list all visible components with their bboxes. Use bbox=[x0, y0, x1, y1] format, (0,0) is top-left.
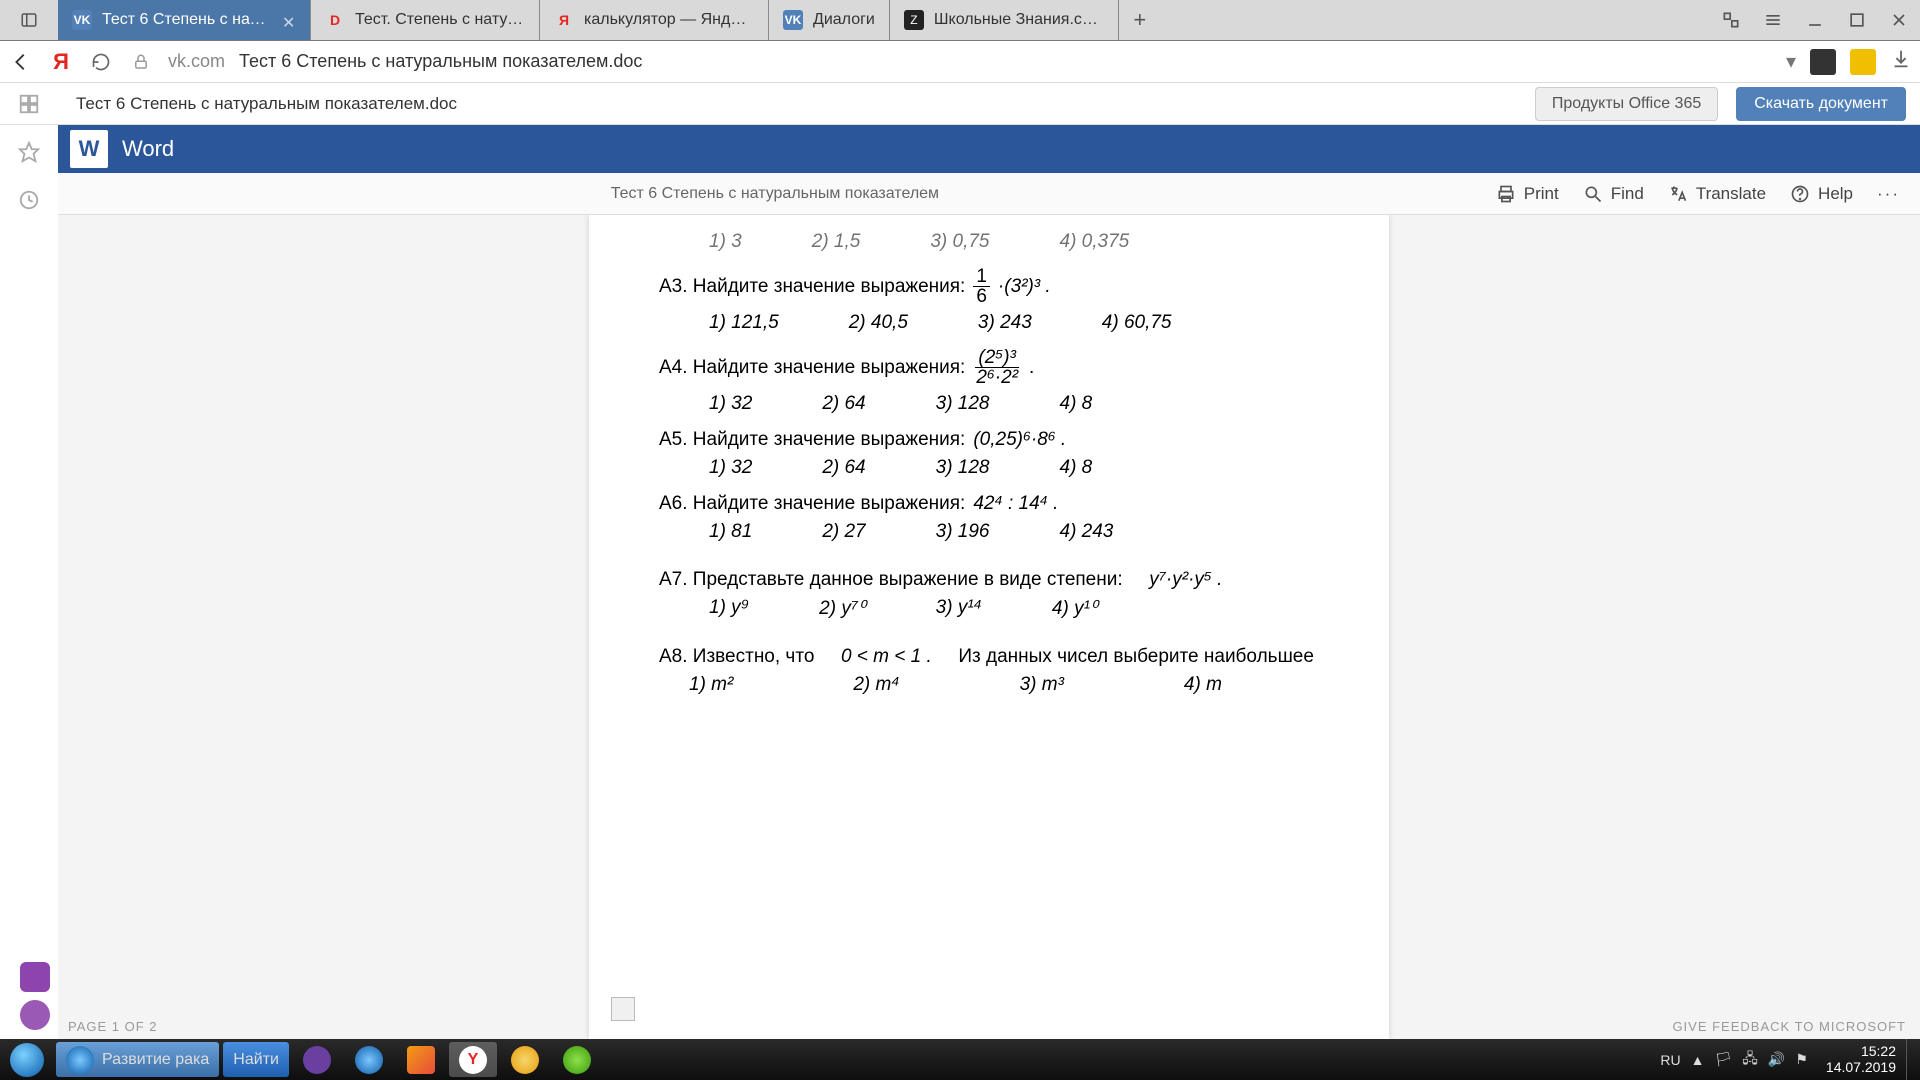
lock-icon[interactable] bbox=[128, 49, 154, 75]
vk-icon: VK bbox=[72, 10, 92, 30]
page-marker-icon bbox=[611, 997, 635, 1021]
word-header: W Word bbox=[58, 125, 1920, 173]
maximize-button[interactable] bbox=[1836, 0, 1878, 40]
document-page: 1) 3 2) 1,5 3) 0,75 4) 0,375 А3. Найдите… bbox=[589, 215, 1389, 1039]
doc-title: Тест 6 Степень с натуральным показателем… bbox=[76, 94, 457, 114]
taskbar-clock[interactable]: 15:22 14.07.2019 bbox=[1816, 1044, 1906, 1075]
translate-button[interactable]: Translate bbox=[1668, 184, 1766, 204]
tab-4[interactable]: Z Школьные Знания.com - Р bbox=[890, 0, 1119, 40]
word-app-title: Word bbox=[122, 136, 174, 162]
question-a3: А3. Найдите значение выражения: 16 ·(3²)… bbox=[659, 267, 1319, 306]
vk-icon: VK bbox=[783, 10, 803, 30]
bookmark-icon[interactable]: ▾ bbox=[1786, 49, 1796, 74]
tableau-icon[interactable] bbox=[1710, 0, 1752, 40]
more-icon[interactable]: ··· bbox=[1877, 184, 1900, 204]
ie-icon bbox=[66, 1046, 94, 1074]
address-host[interactable]: vk.com bbox=[168, 51, 225, 72]
taskbar-item-yandex[interactable]: Y bbox=[449, 1042, 497, 1077]
star-icon[interactable] bbox=[16, 139, 42, 165]
back-button[interactable] bbox=[8, 49, 34, 75]
document-viewport[interactable]: 1) 3 2) 1,5 3) 0,75 4) 0,375 А3. Найдите… bbox=[58, 215, 1920, 1039]
question-a5: А5. Найдите значение выражения: (0,25)⁶·… bbox=[659, 429, 1319, 451]
taskbar-item-8[interactable] bbox=[553, 1042, 601, 1077]
tab-0[interactable]: VK Тест 6 Степень с натур... ✕ bbox=[58, 0, 311, 40]
panels-icon[interactable] bbox=[16, 91, 42, 117]
windows-icon bbox=[10, 1043, 44, 1077]
find-button[interactable]: Find bbox=[1583, 184, 1644, 204]
close-button[interactable] bbox=[1878, 0, 1920, 40]
taskbar: Развитие рака Найти Y RU ▲ 🏳 🖧 🔊 ⚑ 15:22… bbox=[0, 1039, 1920, 1080]
znanija-icon: Z bbox=[904, 10, 924, 30]
browser-tabbar: VK Тест 6 Степень с натур... ✕ D Тест. С… bbox=[0, 0, 1920, 41]
a4-options: 1) 32 2) 64 3) 128 4) 8 bbox=[709, 393, 1319, 415]
taskbar-item-3[interactable] bbox=[293, 1042, 341, 1077]
word-doc-title: Тест 6 Степень с натуральным показателем bbox=[78, 185, 1472, 203]
menu-icon[interactable] bbox=[1752, 0, 1794, 40]
address-path[interactable]: Тест 6 Степень с натуральным показателем… bbox=[239, 51, 1772, 72]
question-a7: А7. Представьте данное выражение в виде … bbox=[659, 569, 1319, 591]
d-icon: D bbox=[325, 10, 345, 30]
side-icon-1[interactable] bbox=[20, 962, 50, 992]
taskbar-item-7[interactable] bbox=[501, 1042, 549, 1077]
tray-flag-icon[interactable]: 🏳 bbox=[1715, 1051, 1733, 1068]
question-a6: А6. Найдите значение выражения: 42⁴ : 14… bbox=[659, 493, 1319, 515]
a2-options: 1) 3 2) 1,5 3) 0,75 4) 0,375 bbox=[709, 231, 1319, 253]
yandex-home-icon[interactable]: Я bbox=[48, 49, 74, 75]
address-bar: Я vk.com Тест 6 Степень с натуральным по… bbox=[0, 41, 1920, 83]
extension-icon-2[interactable] bbox=[1850, 49, 1876, 75]
a6-options: 1) 81 2) 27 3) 196 4) 243 bbox=[709, 521, 1319, 543]
close-icon[interactable]: ✕ bbox=[282, 13, 296, 27]
tray-network-icon[interactable]: 🖧 bbox=[1742, 1048, 1758, 1072]
history-icon[interactable] bbox=[16, 187, 42, 213]
a7-options: 1) y⁹ 2) y⁷⁰ 3) y¹⁴ 4) y¹⁰ bbox=[709, 597, 1319, 620]
yandex-icon: Я bbox=[554, 10, 574, 30]
question-a8: А8. Известно, что 0 < m < 1 . Из данных … bbox=[659, 646, 1319, 668]
start-button[interactable] bbox=[0, 1039, 54, 1080]
new-tab-button[interactable]: + bbox=[1119, 0, 1161, 40]
a8-options: 1) m² 2) m⁴ 3) m³ 4) m bbox=[689, 674, 1319, 696]
tray-volume-icon[interactable]: 🔊 bbox=[1768, 1051, 1785, 1068]
extension-icon-1[interactable] bbox=[1810, 49, 1836, 75]
help-button[interactable]: Help bbox=[1790, 184, 1853, 204]
download-doc-button[interactable]: Скачать документ bbox=[1736, 87, 1906, 121]
side-icon-2[interactable] bbox=[20, 1000, 50, 1030]
tab-1[interactable]: D Тест. Степень с натуральн bbox=[311, 0, 540, 40]
tray-arrow-icon[interactable]: ▲ bbox=[1691, 1052, 1705, 1068]
print-button[interactable]: Print bbox=[1496, 184, 1559, 204]
question-a4: А4. Найдите значение выражения: (2⁵)³2⁶·… bbox=[659, 348, 1319, 387]
system-tray[interactable]: RU ▲ 🏳 🖧 🔊 ⚑ bbox=[1652, 1048, 1816, 1072]
reload-button[interactable] bbox=[88, 49, 114, 75]
browser-left-rail bbox=[0, 83, 58, 1080]
a3-options: 1) 121,5 2) 40,5 3) 243 4) 60,75 bbox=[709, 312, 1319, 334]
word-logo-icon: W bbox=[70, 130, 108, 168]
page-info: PAGE 1 OF 2 bbox=[68, 1019, 158, 1034]
tab-2[interactable]: Я калькулятор — Яндекс: на bbox=[540, 0, 769, 40]
a5-options: 1) 32 2) 64 3) 128 4) 8 bbox=[709, 457, 1319, 479]
office365-button[interactable]: Продукты Office 365 bbox=[1535, 87, 1718, 121]
tray-action-icon[interactable]: ⚑ bbox=[1795, 1051, 1808, 1068]
downloads-icon[interactable] bbox=[1890, 48, 1912, 75]
vk-doc-bar: Тест 6 Степень с натуральным показателем… bbox=[0, 83, 1920, 125]
sidebar-toggle-icon[interactable] bbox=[0, 0, 58, 40]
word-toolbar: Тест 6 Степень с натуральным показателем… bbox=[58, 173, 1920, 215]
tray-lang[interactable]: RU bbox=[1660, 1052, 1680, 1068]
taskbar-item-5[interactable] bbox=[397, 1042, 445, 1077]
feedback-link[interactable]: GIVE FEEDBACK TO MICROSOFT bbox=[1672, 1019, 1906, 1034]
taskbar-item-4[interactable] bbox=[345, 1042, 393, 1077]
taskbar-item-ie[interactable]: Развитие рака bbox=[56, 1042, 219, 1077]
side-launcher bbox=[20, 962, 50, 1030]
minimize-button[interactable] bbox=[1794, 0, 1836, 40]
tab-3[interactable]: VK Диалоги bbox=[769, 0, 890, 40]
show-desktop-button[interactable] bbox=[1906, 1039, 1920, 1080]
taskbar-item-find[interactable]: Найти bbox=[223, 1042, 289, 1077]
